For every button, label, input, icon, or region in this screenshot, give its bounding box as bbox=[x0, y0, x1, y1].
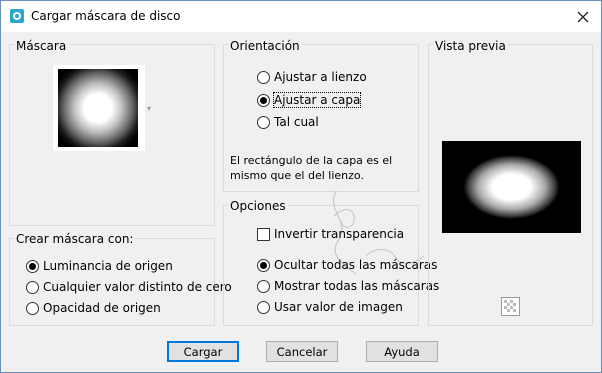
mask-group-label: Máscara bbox=[14, 39, 69, 53]
dialog-window: Cargar máscara de disco Máscara ▾ Crear … bbox=[0, 0, 602, 373]
radio-opacity[interactable]: Opacidad de origen bbox=[26, 301, 161, 315]
preview-group-label: Vista previa bbox=[433, 39, 508, 53]
radio-button[interactable] bbox=[257, 70, 270, 84]
help-button[interactable]: Ayuda bbox=[366, 341, 438, 362]
radio-button[interactable] bbox=[257, 279, 270, 293]
radio-button[interactable] bbox=[26, 280, 39, 294]
radio-hide-all-label: Ocultar todas las máscaras bbox=[274, 258, 438, 272]
radio-button[interactable] bbox=[257, 258, 270, 272]
checkbox-invert-label: Invertir transparencia bbox=[274, 227, 405, 241]
radio-button[interactable] bbox=[257, 300, 270, 314]
mask-image bbox=[58, 69, 138, 147]
radio-luminance-label: Luminancia de origen bbox=[43, 259, 173, 273]
radio-button[interactable] bbox=[26, 301, 39, 315]
radio-nonzero-label: Cualquier valor distinto de cero bbox=[43, 280, 232, 294]
radio-fit-layer[interactable]: Ajustar a capa bbox=[257, 92, 362, 108]
orientation-info-text: El rectángulo de la capa es el mismo que… bbox=[230, 154, 393, 182]
radio-use-image-value[interactable]: Usar valor de imagen bbox=[257, 300, 403, 314]
radio-button[interactable] bbox=[257, 93, 270, 107]
radio-fit-canvas-label: Ajustar a lienzo bbox=[274, 70, 367, 84]
radio-fit-layer-label: Ajustar a capa bbox=[272, 92, 362, 108]
checkbox[interactable] bbox=[257, 227, 270, 241]
options-group-label: Opciones bbox=[228, 199, 288, 213]
radio-nonzero[interactable]: Cualquier valor distinto de cero bbox=[26, 280, 232, 294]
radio-fit-canvas[interactable]: Ajustar a lienzo bbox=[257, 70, 367, 84]
radio-show-all-masks[interactable]: Mostrar todas las máscaras bbox=[257, 279, 439, 293]
radio-as-is-label: Tal cual bbox=[274, 115, 319, 129]
cancel-button[interactable]: Cancelar bbox=[266, 341, 338, 362]
checkerboard-icon[interactable] bbox=[501, 297, 520, 316]
orientation-group-label: Orientación bbox=[228, 39, 302, 53]
radio-button[interactable] bbox=[257, 115, 270, 129]
radio-luminance[interactable]: Luminancia de origen bbox=[26, 259, 173, 273]
checkbox-invert-transparency[interactable]: Invertir transparencia bbox=[257, 227, 404, 241]
radio-as-is[interactable]: Tal cual bbox=[257, 115, 319, 129]
mask-thumbnail[interactable] bbox=[53, 65, 145, 151]
window-title: Cargar máscara de disco bbox=[31, 9, 181, 23]
radio-use-image-label: Usar valor de imagen bbox=[274, 300, 403, 314]
chevron-down-icon[interactable]: ▾ bbox=[147, 104, 151, 113]
radio-show-all-label: Mostrar todas las máscaras bbox=[274, 279, 440, 293]
app-icon bbox=[10, 9, 24, 23]
radio-button[interactable] bbox=[26, 259, 39, 273]
title-bar[interactable]: Cargar máscara de disco bbox=[1, 1, 601, 32]
radio-hide-all-masks[interactable]: Ocultar todas las máscaras bbox=[257, 258, 437, 272]
create-mask-group-label: Crear máscara con: bbox=[14, 232, 136, 246]
load-button[interactable]: Cargar bbox=[167, 341, 239, 362]
preview-image bbox=[442, 141, 581, 233]
close-icon[interactable] bbox=[573, 7, 593, 27]
radio-opacity-label: Opacidad de origen bbox=[43, 301, 161, 315]
